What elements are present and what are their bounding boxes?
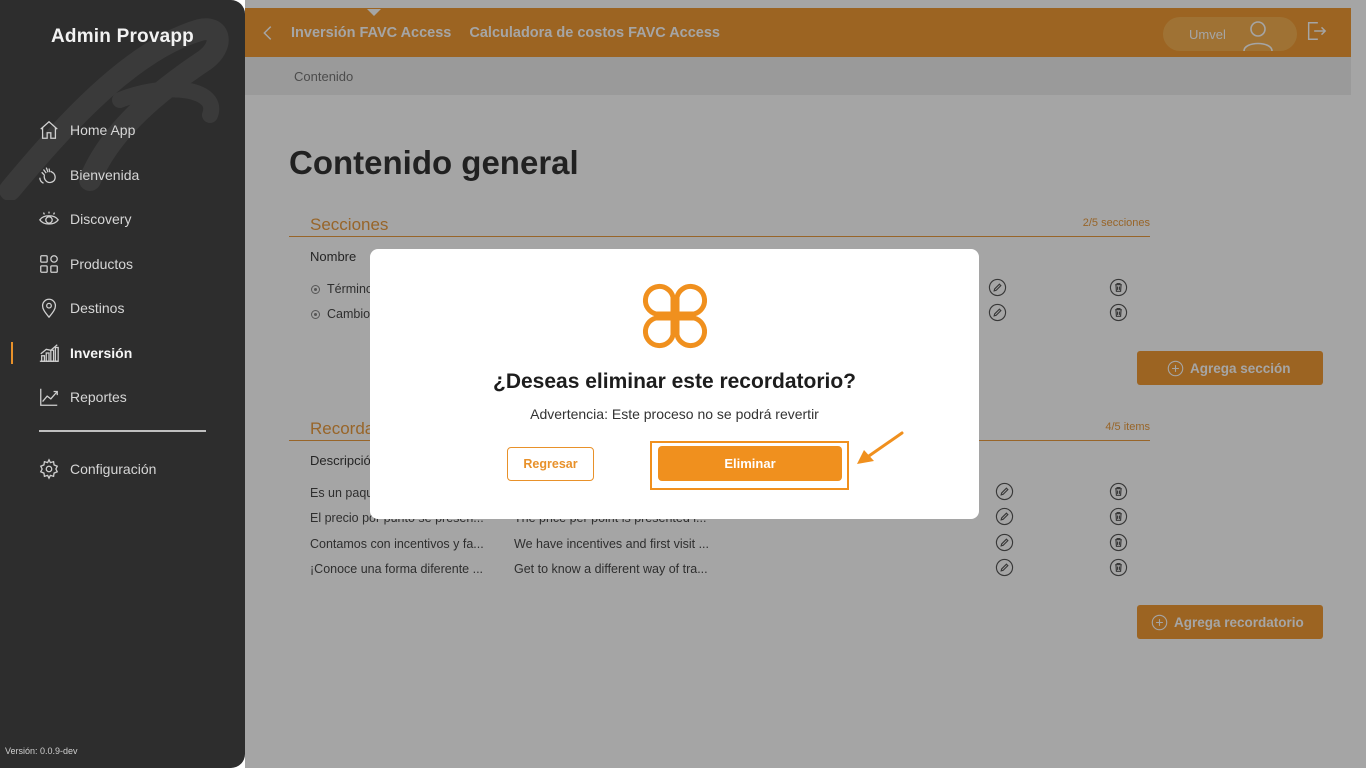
sidebar-item-label: Reportes [70,389,127,406]
sidebar-item-label: Configuración [70,461,157,478]
confirm-delete-dialog: ¿Deseas eliminar este recordatorio? Adve… [370,249,979,519]
sidebar-item-label: Destinos [70,300,125,317]
clover-logo-icon [642,283,708,349]
pointer-arrow-icon [857,431,904,464]
dialog-title: ¿Deseas eliminar este recordatorio? [493,370,856,393]
back-button[interactable]: Regresar [507,447,594,481]
sidebar-item-bienvenida[interactable]: Bienvenida [0,153,245,198]
location-pin-icon [41,298,57,319]
line-chart-icon [40,389,58,407]
sidebar-item-destinos[interactable]: Destinos [0,286,245,331]
delete-button[interactable]: Eliminar [658,446,842,481]
grid-icon [40,254,58,273]
sidebar-item-configuracion[interactable]: Configuración [0,447,245,492]
sidebar-item-label: Productos [70,255,134,272]
sidebar-item-inversion[interactable]: Inversión [0,331,245,376]
sidebar-item-label: Home App [70,122,136,139]
bar-chart-icon [39,344,59,362]
gear-icon [39,458,59,480]
app-brand: Admin Provapp [50,26,194,47]
sidebar-item-reportes[interactable]: Reportes [0,375,245,420]
wave-hand-icon [39,167,56,184]
sidebar-config: Configuración [0,447,245,492]
sidebar-item-label: Inversión [70,344,133,361]
sidebar-nav: Home App Bienvenida Discovery Productos … [0,108,245,420]
sidebar-item-discovery[interactable]: Discovery [0,197,245,242]
version-label: Versión: 0.0.9-dev [5,746,78,756]
sidebar-divider [39,430,206,432]
sidebar-item-label: Bienvenida [70,166,140,183]
home-icon [40,121,58,140]
sidebar-item-label: Discovery [70,211,132,228]
sidebar-item-home-app[interactable]: Home App [0,108,245,153]
sidebar-item-productos[interactable]: Productos [0,242,245,287]
dialog-warning: Advertencia: Este proceso no se podrá re… [530,406,819,422]
sidebar: Admin Provapp Home App Bienvenida Discov… [0,0,245,768]
eye-icon [39,211,59,225]
